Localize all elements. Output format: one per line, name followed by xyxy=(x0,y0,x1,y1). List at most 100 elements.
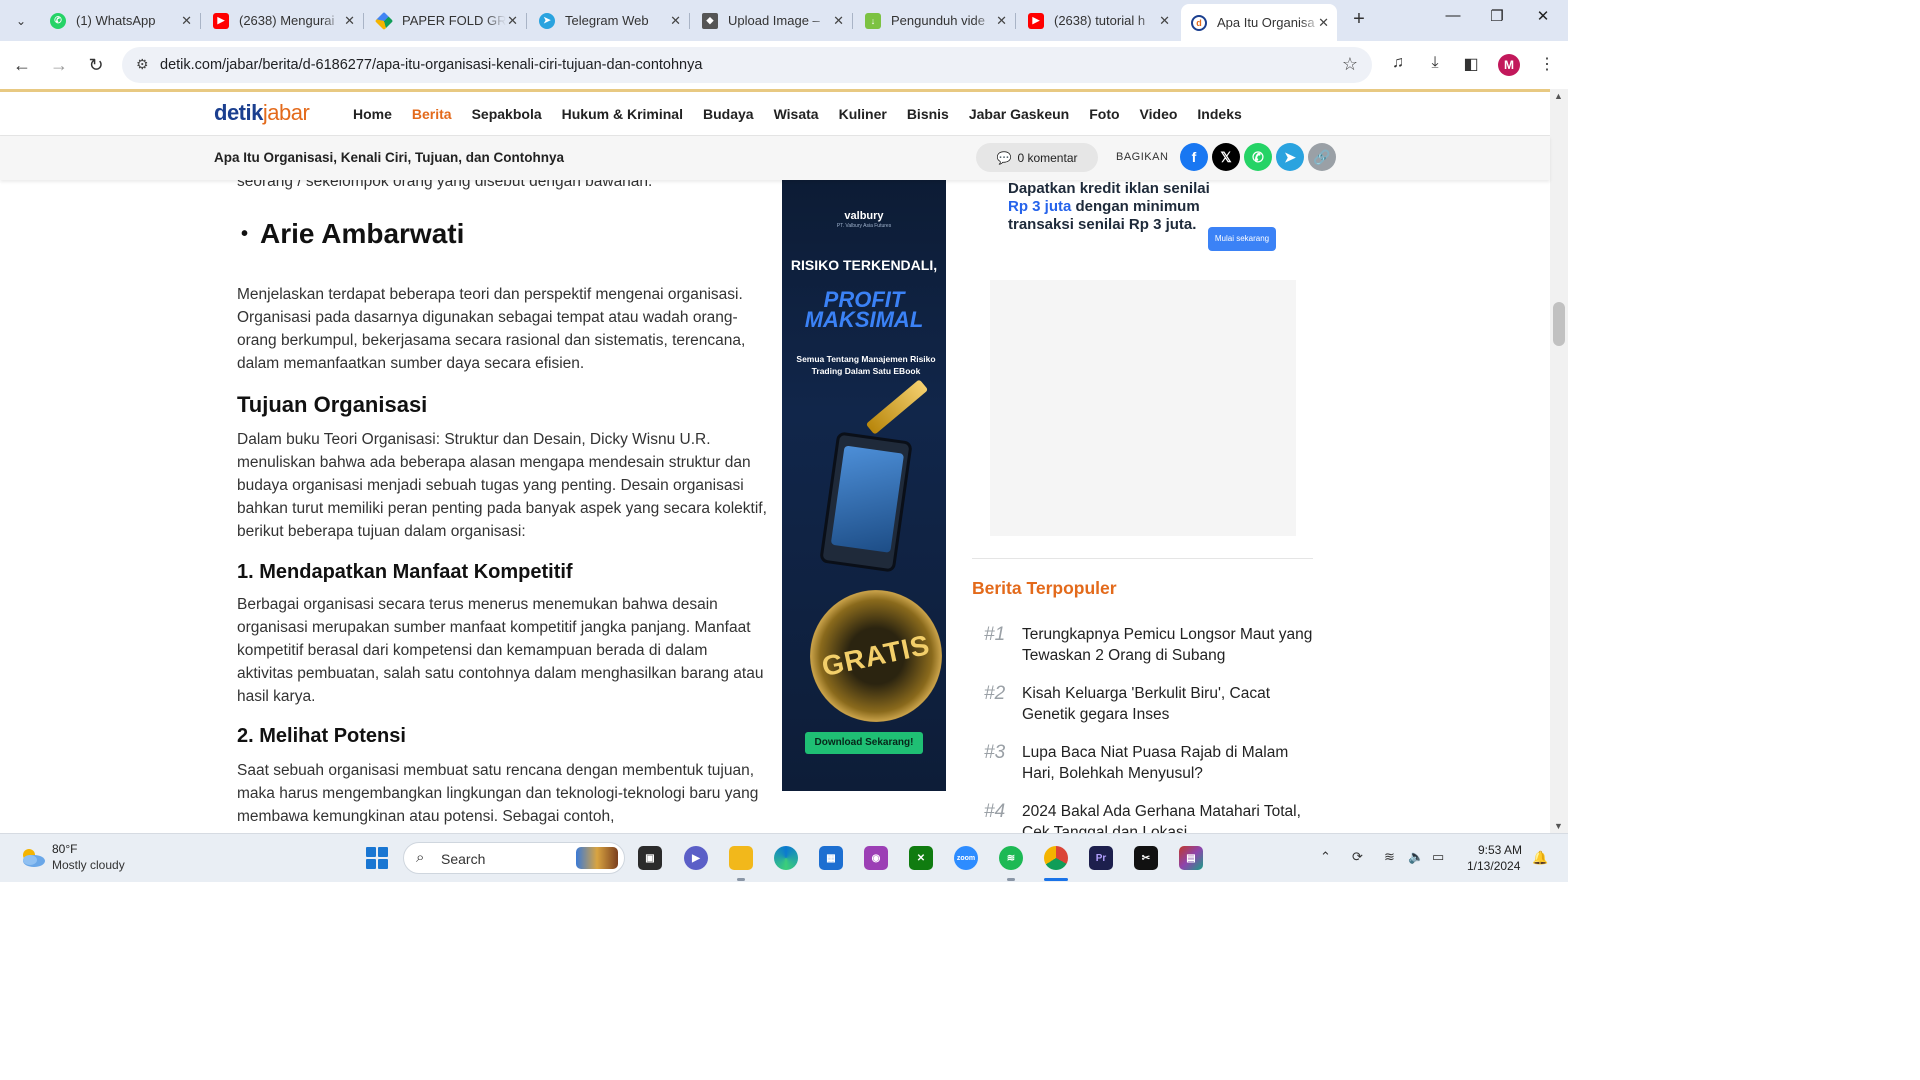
chrome-icon[interactable] xyxy=(1044,846,1068,870)
scrollbar-thumb[interactable] xyxy=(1553,302,1565,346)
download-icon[interactable]: ⤓ xyxy=(1423,54,1447,72)
restore-button[interactable]: ❐ xyxy=(1474,7,1520,25)
close-tab-icon[interactable]: ✕ xyxy=(1318,15,1329,31)
menu-video[interactable]: Video xyxy=(1140,106,1178,122)
section-heading: Tujuan Organisasi xyxy=(237,392,428,417)
cloudy-weather-icon[interactable] xyxy=(18,846,46,868)
url-text[interactable]: detik.com/jabar/berita/d-6186277/apa-itu… xyxy=(160,57,702,73)
popular-link[interactable]: Terungkapnya Pemicu Longsor Maut yang Te… xyxy=(1022,624,1322,666)
menu-kuliner[interactable]: Kuliner xyxy=(839,106,887,122)
tab-google-drive[interactable]: PAPER FOLD GR ✕ xyxy=(366,6,526,35)
close-tab-icon[interactable]: ✕ xyxy=(181,13,192,29)
ad-download-button[interactable]: Download Sekarang! xyxy=(805,732,923,754)
copy-link-icon[interactable]: 🔗 xyxy=(1308,143,1336,171)
microsoft-store-icon[interactable]: ▦ xyxy=(819,846,843,870)
sync-icon[interactable]: ⟳ xyxy=(1352,849,1363,865)
reload-button[interactable]: ↻ xyxy=(84,53,108,77)
address-bar[interactable]: ⚙ detik.com/jabar/berita/d-6186277/apa-i… xyxy=(122,47,1372,83)
scroll-up-arrow-icon[interactable]: ▲ xyxy=(1554,91,1563,101)
popular-link[interactable]: 2024 Bakal Ada Gerhana Matahari Total, C… xyxy=(1022,801,1314,833)
volume-icon[interactable]: 🔈 xyxy=(1408,849,1424,865)
site-info-icon[interactable]: ⚙ xyxy=(136,56,149,73)
scroll-down-arrow-icon[interactable]: ▼ xyxy=(1554,821,1563,831)
close-window-button[interactable]: ✕ xyxy=(1520,7,1566,25)
tab-upload-image[interactable]: ◆ Upload Image – ✕ xyxy=(692,6,852,35)
upload-image-icon: ◆ xyxy=(702,12,718,29)
popular-link[interactable]: Kisah Keluarga 'Berkulit Biru', Cacat Ge… xyxy=(1022,683,1322,725)
clock-time[interactable]: 9:53 AM xyxy=(1478,843,1522,857)
taskbar-search[interactable]: ⌕ Search xyxy=(403,842,625,874)
popular-news-heading: Berita Terpopuler xyxy=(972,578,1117,598)
tab-detik-active[interactable]: d Apa Itu Organisa ✕ xyxy=(1181,4,1337,41)
podcast-app-icon[interactable]: ◉ xyxy=(864,846,888,870)
winrar-icon[interactable]: ▤ xyxy=(1179,846,1203,870)
windows-start-icon[interactable] xyxy=(366,847,388,869)
close-tab-icon[interactable]: ✕ xyxy=(344,13,355,29)
tab-whatsapp[interactable]: ✆ (1) WhatsApp ✕ xyxy=(40,6,200,35)
battery-icon[interactable]: ▭ xyxy=(1432,849,1444,865)
ad-credit-promo[interactable]: Dapatkan kredit iklan senilai Rp 3 juta … xyxy=(1008,180,1298,251)
xbox-icon[interactable]: ✕ xyxy=(909,846,933,870)
menu-hukum-kriminal[interactable]: Hukum & Kriminal xyxy=(562,106,683,122)
site-navbar: detikjabar Home Berita Sepakbola Hukum &… xyxy=(0,92,1550,136)
telegram-share-icon[interactable]: ➤ xyxy=(1276,143,1304,171)
teams-chat-icon[interactable]: ▶ xyxy=(684,846,708,870)
x-share-icon[interactable]: 𝕏 xyxy=(1212,143,1240,171)
close-tab-icon[interactable]: ✕ xyxy=(833,13,844,29)
facebook-share-icon[interactable]: f xyxy=(1180,143,1208,171)
comment-button[interactable]: 💬 0 komentar xyxy=(976,143,1098,172)
clock-date[interactable]: 1/13/2024 xyxy=(1467,859,1520,873)
edge-icon[interactable] xyxy=(774,846,798,870)
media-control-icon[interactable]: ♫ xyxy=(1386,54,1410,72)
task-view-icon[interactable]: ▣ xyxy=(638,846,662,870)
tab-telegram[interactable]: ➤ Telegram Web ✕ xyxy=(529,6,689,35)
promo-start-button[interactable]: Mulai sekarang xyxy=(1208,227,1276,251)
tab-title: Upload Image – xyxy=(728,13,820,28)
ad-banner-valbury[interactable]: valbury PT. Valbury Asia Futures RISIKO … xyxy=(782,160,946,791)
valbury-logo: valbury xyxy=(844,210,884,222)
tab-youtube-mengurai[interactable]: ▶ (2638) Mengurai ✕ xyxy=(203,6,363,35)
spotify-icon[interactable]: ≋ xyxy=(999,846,1023,870)
menu-sepakbola[interactable]: Sepakbola xyxy=(472,106,542,122)
menu-home[interactable]: Home xyxy=(353,106,392,122)
wifi-icon[interactable]: ≋ xyxy=(1384,849,1395,865)
menu-kebab-icon[interactable]: ⋮ xyxy=(1535,54,1559,74)
premiere-pro-icon[interactable]: Pr xyxy=(1089,846,1113,870)
zoom-icon[interactable]: zoom xyxy=(954,846,978,870)
bookmark-star-icon[interactable]: ☆ xyxy=(1342,54,1358,75)
close-tab-icon[interactable]: ✕ xyxy=(1159,13,1170,29)
profile-avatar[interactable]: M xyxy=(1498,54,1520,76)
minimize-button[interactable]: — xyxy=(1430,7,1476,24)
telegram-icon: ➤ xyxy=(539,12,555,29)
back-button[interactable]: ← xyxy=(10,53,34,77)
tab-downloader[interactable]: ↓ Pengunduh vide ✕ xyxy=(855,6,1015,35)
close-tab-icon[interactable]: ✕ xyxy=(507,13,518,29)
detikjabar-logo[interactable]: detikjabar xyxy=(214,100,310,126)
rank-number: #3 xyxy=(984,742,1006,763)
menu-indeks[interactable]: Indeks xyxy=(1197,106,1241,122)
side-panel-icon[interactable]: ◧ xyxy=(1459,54,1483,74)
tab-search-button[interactable]: ⌄ xyxy=(8,8,34,34)
menu-foto[interactable]: Foto xyxy=(1089,106,1119,122)
capcut-icon[interactable]: ✂ xyxy=(1134,846,1158,870)
menu-bisnis[interactable]: Bisnis xyxy=(907,106,949,122)
show-hidden-icons-chevron-icon[interactable]: ⌃ xyxy=(1320,849,1331,865)
whatsapp-share-icon[interactable]: ✆ xyxy=(1244,143,1272,171)
popular-link[interactable]: Lupa Baca Niat Puasa Rajab di Malam Hari… xyxy=(1022,742,1322,784)
popular-item[interactable]: #4 2024 Bakal Ada Gerhana Matahari Total… xyxy=(984,801,1314,833)
menu-berita[interactable]: Berita xyxy=(412,106,452,122)
page-scrollbar[interactable]: ▲ ▼ xyxy=(1550,89,1568,833)
close-tab-icon[interactable]: ✕ xyxy=(670,13,681,29)
weather-status[interactable]: Mostly cloudy xyxy=(52,858,125,872)
menu-wisata[interactable]: Wisata xyxy=(774,106,819,122)
close-tab-icon[interactable]: ✕ xyxy=(996,13,1007,29)
new-tab-button[interactable]: + xyxy=(1348,8,1370,30)
tab-youtube-tutorial[interactable]: ▶ (2638) tutorial h ✕ xyxy=(1018,6,1178,35)
menu-jabar-gaskeun[interactable]: Jabar Gaskeun xyxy=(969,106,1069,122)
tab-title: (1) WhatsApp xyxy=(76,13,156,28)
file-explorer-icon[interactable] xyxy=(729,846,753,870)
notification-bell-icon[interactable]: 🔔 xyxy=(1532,850,1548,866)
weather-temp[interactable]: 80°F xyxy=(52,842,77,856)
forward-button[interactable]: → xyxy=(47,53,71,77)
menu-budaya[interactable]: Budaya xyxy=(703,106,754,122)
